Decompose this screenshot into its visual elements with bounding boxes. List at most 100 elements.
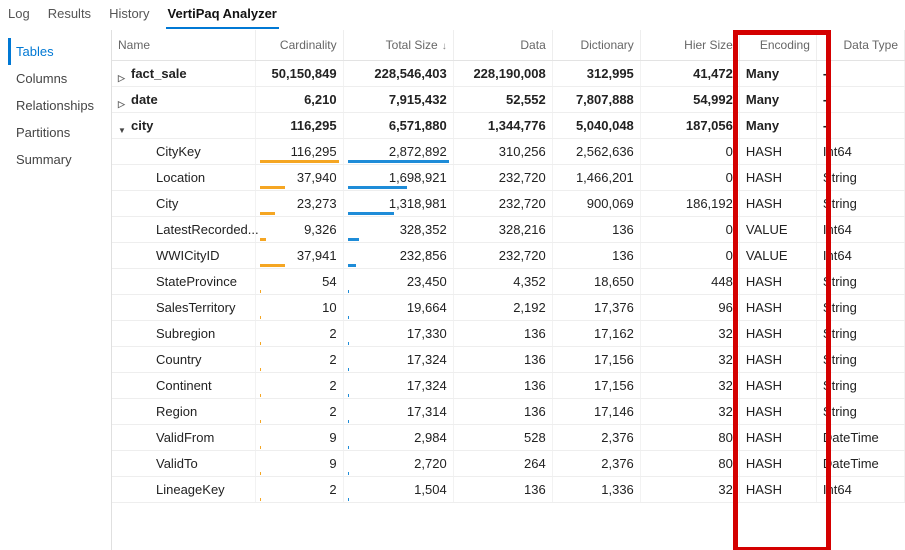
cell: 232,720	[453, 165, 552, 191]
data-grid: Name Cardinality Total Size↓ Data Dictio…	[112, 30, 905, 503]
table-row[interactable]: City23,2731,318,981232,720900,069186,192…	[112, 191, 905, 217]
cell: 0	[640, 139, 739, 165]
cell: 2	[255, 347, 343, 373]
cell: String	[816, 321, 904, 347]
col-header-dictionary[interactable]: Dictionary	[552, 30, 640, 61]
cell: 228,190,008	[453, 61, 552, 87]
cell: 232,720	[453, 243, 552, 269]
cell: 1,344,776	[453, 113, 552, 139]
orange-databar	[260, 290, 261, 293]
col-header-hier-size[interactable]: Hier Size	[640, 30, 739, 61]
cell: -	[816, 87, 904, 113]
cell: 136	[552, 243, 640, 269]
table-row[interactable]: SalesTerritory1019,6642,19217,37696HASHS…	[112, 295, 905, 321]
cell: HASH	[739, 347, 816, 373]
cell: 18,650	[552, 269, 640, 295]
cell: Int64	[816, 139, 904, 165]
cell: 52,552	[453, 87, 552, 113]
orange-databar	[260, 264, 286, 267]
table-row[interactable]: Location37,9401,698,921232,7201,466,2010…	[112, 165, 905, 191]
cell: 17,324	[343, 347, 453, 373]
col-header-data[interactable]: Data	[453, 30, 552, 61]
col-header-name[interactable]: Name	[112, 30, 255, 61]
cell: 37,940	[255, 165, 343, 191]
col-header-total-size[interactable]: Total Size↓	[343, 30, 453, 61]
sidebar-item-relationships[interactable]: Relationships	[8, 92, 111, 119]
col-header-encoding[interactable]: Encoding	[739, 30, 816, 61]
row-name: CityKey	[156, 144, 201, 159]
table-row[interactable]: StateProvince5423,4504,35218,650448HASHS…	[112, 269, 905, 295]
cell: DateTime	[816, 425, 904, 451]
table-row[interactable]: CityKey116,2952,872,892310,2562,562,6360…	[112, 139, 905, 165]
sidebar-item-summary[interactable]: Summary	[8, 146, 111, 173]
tab-results[interactable]: Results	[46, 4, 93, 29]
table-row[interactable]: ValidTo92,7202642,37680HASHDateTime	[112, 451, 905, 477]
tab-history[interactable]: History	[107, 4, 151, 29]
cell: 448	[640, 269, 739, 295]
row-name: fact_sale	[131, 66, 187, 81]
cell: 328,352	[343, 217, 453, 243]
tab-vertipaq-analyzer[interactable]: VertiPaq Analyzer	[166, 4, 279, 29]
table-row[interactable]: Country217,32413617,15632HASHString	[112, 347, 905, 373]
sidebar-item-partitions[interactable]: Partitions	[8, 119, 111, 146]
sidebar-item-columns[interactable]: Columns	[8, 65, 111, 92]
table-row[interactable]: LineageKey21,5041361,33632HASHInt64	[112, 477, 905, 503]
col-header-cardinality[interactable]: Cardinality	[255, 30, 343, 61]
orange-databar	[260, 446, 261, 449]
cell: 50,150,849	[255, 61, 343, 87]
cell: 136	[453, 373, 552, 399]
table-row[interactable]: city116,2956,571,8801,344,7765,040,04818…	[112, 113, 905, 139]
sidebar-item-tables[interactable]: Tables	[8, 38, 111, 65]
blue-databar	[348, 498, 349, 501]
col-header-data-type[interactable]: Data Type	[816, 30, 904, 61]
cell: -	[816, 113, 904, 139]
cell: 2,562,636	[552, 139, 640, 165]
table-row[interactable]: date6,2107,915,43252,5527,807,88854,992M…	[112, 87, 905, 113]
cell: 23,450	[343, 269, 453, 295]
cell: 17,376	[552, 295, 640, 321]
table-row[interactable]: Continent217,32413617,15632HASHString	[112, 373, 905, 399]
row-name: city	[131, 118, 153, 133]
orange-databar	[260, 472, 261, 475]
cell: 19,664	[343, 295, 453, 321]
cell: 2,192	[453, 295, 552, 321]
cell: 1,504	[343, 477, 453, 503]
row-name: LatestRecorded...	[156, 222, 259, 237]
cell: HASH	[739, 139, 816, 165]
cell: 32	[640, 399, 739, 425]
table-row[interactable]: LatestRecorded...9,326328,352328,2161360…	[112, 217, 905, 243]
sidebar: TablesColumnsRelationshipsPartitionsSumm…	[0, 30, 112, 550]
row-name: Subregion	[156, 326, 215, 341]
tab-log[interactable]: Log	[6, 4, 32, 29]
cell: 232,720	[453, 191, 552, 217]
table-row[interactable]: WWICityID37,941232,856232,7201360VALUEIn…	[112, 243, 905, 269]
table-row[interactable]: fact_sale 50,150,849228,546,403228,190,00…	[112, 61, 905, 87]
cell: 136	[453, 321, 552, 347]
cell: 5,040,048	[552, 113, 640, 139]
orange-databar	[260, 394, 261, 397]
collapse-icon[interactable]	[118, 121, 127, 130]
table-row[interactable]: Subregion217,33013617,16232HASHString	[112, 321, 905, 347]
cell: 32	[640, 321, 739, 347]
cell: 17,330	[343, 321, 453, 347]
cell: HASH	[739, 165, 816, 191]
row-name: WWICityID	[156, 248, 220, 263]
expand-icon[interactable]	[118, 69, 127, 78]
cell: 136	[552, 217, 640, 243]
cell: 41,472	[640, 61, 739, 87]
table-row[interactable]: Region217,31413617,14632HASHString	[112, 399, 905, 425]
cell: String	[816, 165, 904, 191]
orange-databar	[260, 186, 286, 189]
table-row[interactable]: ValidFrom92,9845282,37680HASHDateTime	[112, 425, 905, 451]
cell: 2,984	[343, 425, 453, 451]
expand-icon[interactable]	[118, 95, 127, 104]
cell: String	[816, 269, 904, 295]
cell: 54	[255, 269, 343, 295]
cell: 228,546,403	[343, 61, 453, 87]
cell: Int64	[816, 217, 904, 243]
row-name: Continent	[156, 378, 212, 393]
cell: String	[816, 373, 904, 399]
cell: VALUE	[739, 243, 816, 269]
cell: 116,295	[255, 139, 343, 165]
cell: 6,571,880	[343, 113, 453, 139]
